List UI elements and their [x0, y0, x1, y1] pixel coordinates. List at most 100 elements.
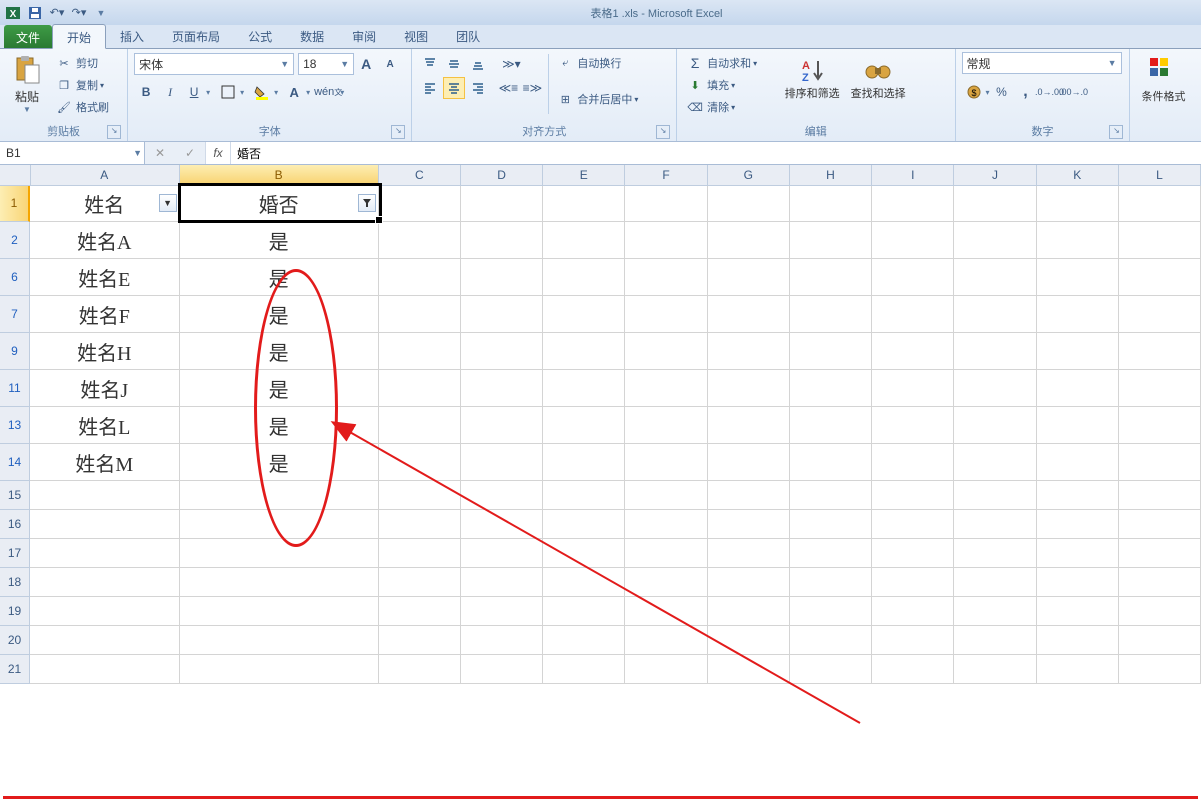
cell[interactable] — [379, 407, 461, 443]
cell[interactable] — [954, 481, 1036, 509]
cell[interactable] — [461, 259, 543, 295]
filter-button[interactable] — [358, 194, 376, 212]
column-header-F[interactable]: F — [625, 165, 707, 186]
column-header-H[interactable]: H — [790, 165, 872, 186]
cell[interactable] — [1037, 370, 1119, 406]
cell[interactable] — [543, 655, 625, 683]
cell[interactable] — [379, 222, 461, 258]
column-header-C[interactable]: C — [379, 165, 461, 186]
cell[interactable] — [954, 259, 1036, 295]
phonetic-button[interactable]: wén文 — [317, 81, 339, 103]
tab-数据[interactable]: 数据 — [286, 24, 338, 47]
row-header[interactable]: 17 — [0, 539, 30, 568]
cell[interactable] — [379, 510, 461, 538]
cell[interactable] — [543, 481, 625, 509]
cell[interactable] — [30, 539, 180, 567]
cell[interactable] — [790, 444, 872, 480]
cell[interactable] — [790, 185, 872, 221]
font-size-combo[interactable]: 18▼ — [298, 53, 354, 75]
tab-插入[interactable]: 插入 — [106, 24, 158, 47]
currency-button[interactable]: $ — [963, 81, 985, 103]
cell[interactable] — [1037, 296, 1119, 332]
cell[interactable] — [1037, 333, 1119, 369]
column-header-B[interactable]: B — [180, 165, 379, 185]
cell[interactable] — [1037, 259, 1119, 295]
cell[interactable] — [461, 222, 543, 258]
tab-开始[interactable]: 开始 — [52, 24, 106, 49]
cell[interactable] — [379, 444, 461, 480]
cell[interactable] — [543, 597, 625, 625]
cell[interactable] — [1037, 626, 1119, 654]
cell[interactable] — [790, 626, 872, 654]
row-header[interactable]: 21 — [0, 655, 30, 684]
cell[interactable] — [708, 539, 790, 567]
decrease-decimal-button[interactable]: .00→.0 — [1063, 81, 1085, 103]
cell[interactable] — [790, 370, 872, 406]
cell[interactable] — [1119, 185, 1201, 221]
cell[interactable] — [954, 655, 1036, 683]
cell[interactable] — [954, 407, 1036, 443]
row-header[interactable]: 6 — [0, 259, 30, 296]
cell[interactable] — [790, 259, 872, 295]
cell[interactable] — [461, 407, 543, 443]
cell[interactable] — [790, 597, 872, 625]
align-left-button[interactable] — [419, 77, 441, 99]
cell[interactable]: 姓名H — [30, 333, 180, 369]
font-launcher[interactable]: ↘ — [391, 125, 405, 139]
cell[interactable]: 是 — [180, 333, 379, 369]
cell[interactable] — [625, 222, 707, 258]
cell[interactable]: 姓名F — [30, 296, 180, 332]
cell[interactable]: 姓名▼ — [30, 185, 180, 221]
cell[interactable] — [543, 185, 625, 221]
column-header-L[interactable]: L — [1119, 165, 1201, 186]
cell[interactable] — [872, 597, 954, 625]
cell[interactable] — [543, 407, 625, 443]
cell[interactable] — [1119, 259, 1201, 295]
sort-filter-button[interactable]: AZ 排序和筛选 — [779, 52, 845, 101]
fill-color-button[interactable] — [251, 81, 273, 103]
fx-button[interactable]: fx — [206, 142, 231, 164]
cell[interactable] — [461, 597, 543, 625]
cell[interactable] — [461, 296, 543, 332]
cell[interactable] — [180, 655, 379, 683]
save-icon[interactable] — [26, 4, 44, 22]
increase-font-button[interactable]: A — [355, 53, 377, 75]
row-header[interactable]: 18 — [0, 568, 30, 597]
column-header-G[interactable]: G — [708, 165, 790, 186]
cell[interactable] — [790, 655, 872, 683]
cell[interactable] — [180, 481, 379, 509]
cell[interactable] — [379, 539, 461, 567]
cell[interactable] — [625, 407, 707, 443]
cell[interactable] — [872, 185, 954, 221]
cell[interactable] — [872, 510, 954, 538]
cell[interactable] — [790, 296, 872, 332]
clear-button[interactable]: ⌫清除▾ — [683, 96, 779, 118]
cell[interactable] — [1037, 568, 1119, 596]
cell[interactable] — [625, 185, 707, 221]
cell[interactable] — [30, 626, 180, 654]
underline-button[interactable]: U — [183, 81, 205, 103]
cell[interactable] — [461, 185, 543, 221]
cell[interactable]: 姓名L — [30, 407, 180, 443]
cell[interactable]: 是 — [180, 370, 379, 406]
name-box[interactable]: B1 ▼ — [0, 142, 145, 164]
cell[interactable] — [625, 510, 707, 538]
format-painter-button[interactable]: 🖌格式刷 — [52, 96, 113, 118]
row-header[interactable]: 20 — [0, 626, 30, 655]
cell[interactable] — [1119, 597, 1201, 625]
cell[interactable] — [872, 444, 954, 480]
number-format-combo[interactable]: 常规▼ — [962, 52, 1122, 74]
column-header-D[interactable]: D — [461, 165, 543, 186]
cell[interactable] — [379, 597, 461, 625]
cell[interactable] — [625, 370, 707, 406]
cell[interactable] — [461, 370, 543, 406]
cell[interactable] — [1037, 510, 1119, 538]
cell[interactable] — [790, 333, 872, 369]
cell[interactable] — [180, 597, 379, 625]
cell[interactable]: 是 — [180, 444, 379, 480]
row-header[interactable]: 11 — [0, 370, 30, 407]
cell[interactable] — [1119, 370, 1201, 406]
column-header-J[interactable]: J — [954, 165, 1036, 186]
fill-button[interactable]: ⬇填充▾ — [683, 74, 779, 96]
cell[interactable] — [379, 568, 461, 596]
